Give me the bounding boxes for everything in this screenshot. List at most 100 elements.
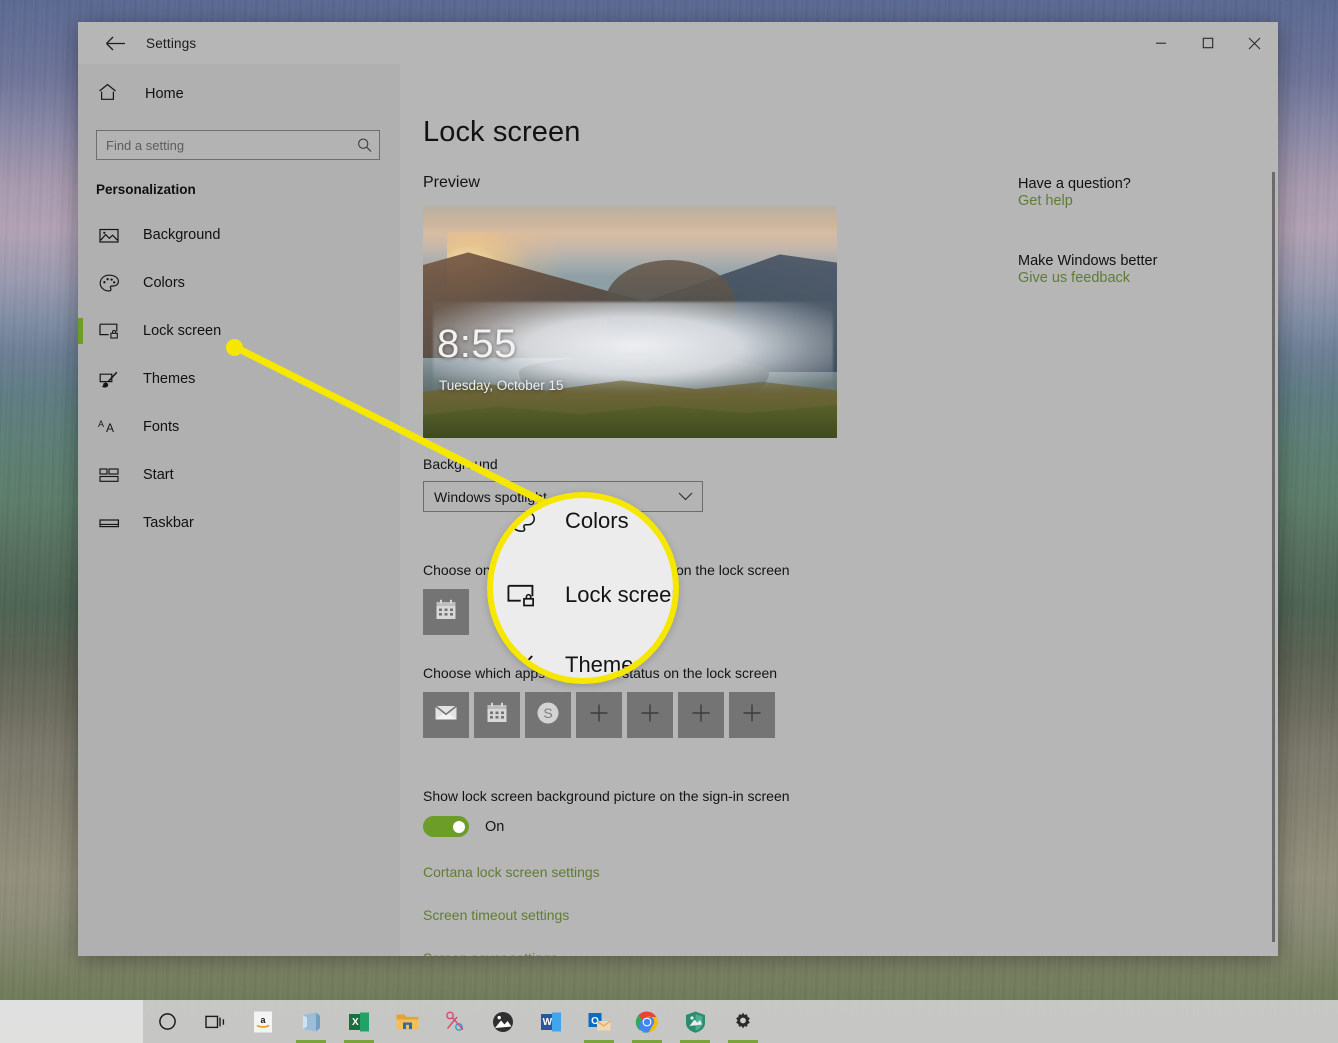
task-view-icon[interactable] [191, 1000, 239, 1043]
signin-toggle-state-label: On [485, 818, 505, 835]
onenote-icon[interactable] [287, 1000, 335, 1043]
sidebar-item-start[interactable]: Start [78, 451, 400, 499]
sidebar-item-taskbar[interactable]: Taskbar [78, 499, 400, 547]
toggle-knob [453, 820, 465, 833]
help-question-heading: Have a question? [1018, 176, 1131, 192]
lock-screen-preview: 8:55 Tuesday, October 15 [423, 206, 837, 438]
quick-status-tile-calendar[interactable] [474, 692, 520, 738]
sidebar-item-colors[interactable]: Colors [78, 259, 400, 307]
brush-icon [98, 368, 120, 390]
sidebar-section-title: Personalization [96, 182, 196, 197]
svg-text:A: A [98, 419, 104, 429]
brush-icon [507, 650, 537, 678]
outlook-icon[interactable]: O [575, 1000, 623, 1043]
magnified-label-themes: Themes [565, 652, 645, 677]
plus-icon [691, 703, 711, 728]
sidebar-label-themes: Themes [143, 371, 196, 387]
sidebar-label-lock-screen: Lock screen [143, 323, 222, 339]
photos-icon[interactable] [479, 1000, 527, 1043]
settings-window: Settings Home Find a setting Personaliza… [78, 22, 1278, 956]
calendar-icon [434, 598, 458, 627]
chevron-down-icon [678, 492, 693, 501]
signin-picture-label: Show lock screen background picture on t… [423, 788, 790, 804]
security-icon[interactable] [671, 1000, 719, 1043]
skype-icon: S [535, 700, 561, 731]
feedback-heading: Make Windows better [1018, 253, 1158, 269]
link-screen-timeout-settings[interactable]: Screen timeout settings [423, 907, 569, 923]
quick-status-tile-mail[interactable] [423, 692, 469, 738]
sidebar-item-themes[interactable]: Themes [78, 355, 400, 403]
svg-text:S: S [543, 705, 552, 721]
signin-picture-toggle[interactable] [423, 816, 469, 837]
magnified-item-colors[interactable]: Colors [507, 506, 629, 536]
palette-icon [98, 272, 120, 294]
search-icon[interactable] [357, 138, 372, 153]
sidebar-item-background[interactable]: Background [78, 211, 400, 259]
back-arrow-icon[interactable] [92, 26, 138, 60]
svg-text:X: X [352, 1017, 359, 1028]
maximize-button[interactable] [1184, 22, 1231, 64]
magnified-label-colors: Colors [565, 508, 629, 533]
file-explorer-icon[interactable] [383, 1000, 431, 1043]
link-screen-saver-settings[interactable]: Screen saver settings [423, 950, 558, 956]
sidebar-item-fonts[interactable]: A A Fonts [78, 403, 400, 451]
magnified-item-themes[interactable]: Themes [507, 650, 645, 678]
sidebar-label-background: Background [143, 227, 221, 243]
background-label: Background [423, 456, 498, 472]
picture-icon [98, 224, 120, 246]
search-input[interactable] [97, 137, 379, 153]
signin-picture-toggle-row: On [423, 816, 1000, 837]
minimize-button[interactable] [1137, 22, 1184, 64]
quick-status-tile-row: S [423, 692, 1000, 738]
calendar-icon [485, 701, 509, 730]
taskbar-start-region[interactable] [0, 1000, 143, 1043]
sidebar-label-colors: Colors [143, 275, 185, 291]
give-feedback-link[interactable]: Give us feedback [1018, 270, 1130, 286]
background-select-value: Windows spotlight [434, 488, 547, 505]
settings-gear-icon[interactable] [719, 1000, 767, 1043]
chrome-icon[interactable] [623, 1000, 671, 1043]
snip-sketch-icon[interactable] [431, 1000, 479, 1043]
desktop-wallpaper: Settings Home Find a setting Personaliza… [0, 0, 1338, 1043]
cortana-icon[interactable] [143, 1000, 191, 1043]
sidebar-nav-list: Background Colors Lock screen Themes A A… [78, 211, 400, 547]
amazon-icon[interactable]: a [239, 1000, 287, 1043]
main-scrollbar[interactable] [1272, 172, 1275, 942]
excel-icon[interactable]: X [335, 1000, 383, 1043]
close-button[interactable] [1231, 22, 1278, 64]
settings-sidebar: Home Personalization [78, 64, 400, 956]
detailed-status-app-tile[interactable] [423, 589, 469, 635]
windows-taskbar: a X W O [0, 1000, 1338, 1043]
quick-status-tile-add-3[interactable] [678, 692, 724, 738]
magnified-item-lock-screen[interactable]: Lock screen [507, 580, 679, 610]
lock-screen-icon [98, 320, 120, 342]
plus-icon [640, 703, 660, 728]
home-icon [98, 83, 117, 106]
preview-date: Tuesday, October 15 [439, 378, 564, 393]
lock-screen-icon [507, 580, 537, 610]
window-controls [1137, 22, 1278, 64]
sidebar-home-label: Home [145, 86, 184, 102]
link-cortana-lock-screen-settings[interactable]: Cortana lock screen settings [423, 864, 600, 880]
magnified-label-lock-screen: Lock screen [565, 582, 679, 607]
plus-icon [742, 703, 762, 728]
search-box[interactable] [96, 130, 380, 160]
quick-status-tile-add-4[interactable] [729, 692, 775, 738]
svg-text:A: A [106, 421, 114, 435]
magnifier-callout: Colors Lock screen Themes [487, 492, 679, 684]
taskbar-icon [98, 512, 120, 534]
sidebar-label-fonts: Fonts [143, 419, 180, 435]
sidebar-label-start: Start [143, 467, 174, 483]
quick-status-tile-add-2[interactable] [627, 692, 673, 738]
quick-status-tile-add-1[interactable] [576, 692, 622, 738]
lock-screen-settings-column: Lock screen Preview 8:55 Tuesday, Octobe… [400, 64, 1000, 956]
sidebar-label-taskbar: Taskbar [143, 515, 194, 531]
fonts-icon: A A [98, 416, 120, 438]
window-titlebar: Settings [78, 22, 1278, 64]
quick-status-tile-skype[interactable]: S [525, 692, 571, 738]
get-help-link[interactable]: Get help [1018, 193, 1073, 209]
help-column: Have a question? Get help Make Windows b… [1000, 64, 1278, 956]
word-icon[interactable]: W [527, 1000, 575, 1043]
mail-icon [434, 703, 458, 727]
sidebar-item-home[interactable]: Home [78, 74, 400, 114]
